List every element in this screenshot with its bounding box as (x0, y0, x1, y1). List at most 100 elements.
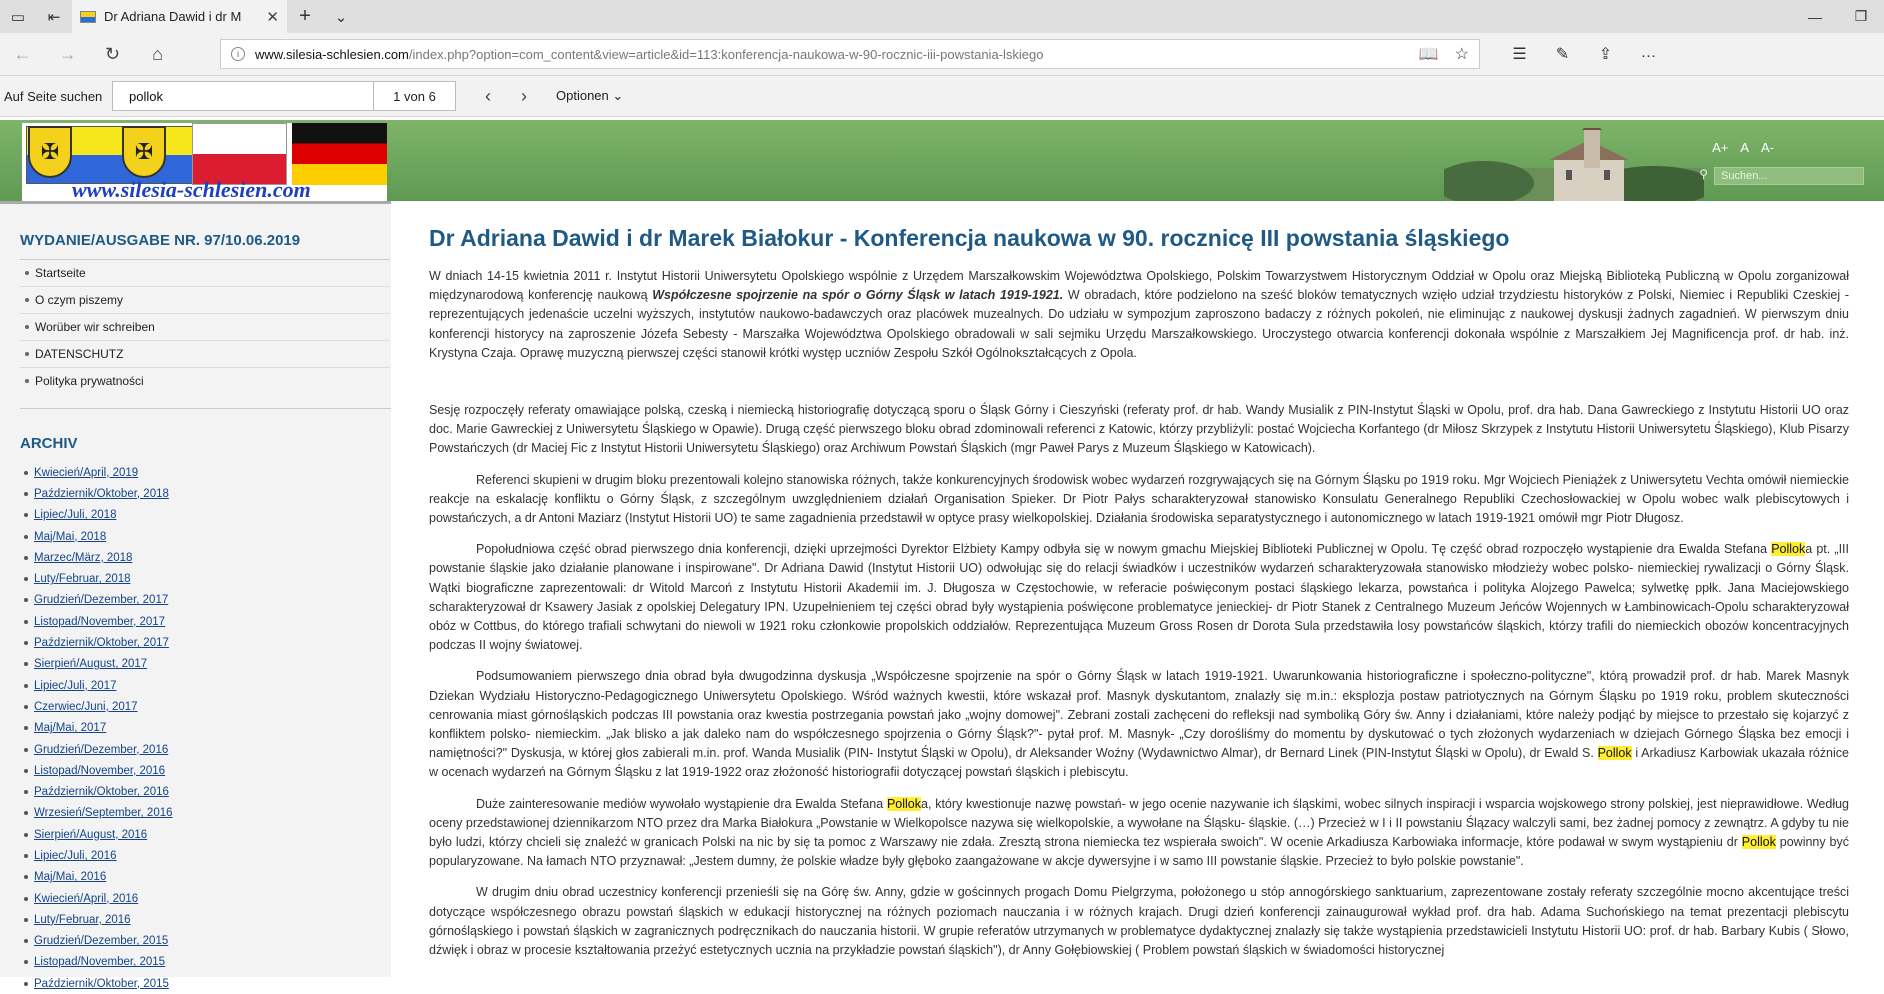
archive-link[interactable]: Marzec/März, 2018 (24, 547, 391, 568)
info-icon[interactable]: i (231, 47, 245, 61)
bullet-icon (24, 513, 28, 518)
bullet-icon (25, 298, 29, 302)
favorite-star-icon[interactable]: ☆ (1455, 44, 1469, 64)
find-previous-icon[interactable]: ‹ (470, 86, 506, 107)
sidebar: WYDANIE/AUSGABE NR. 97/10.06.2019 Starts… (0, 201, 391, 990)
find-next-icon[interactable]: › (506, 86, 542, 107)
bullet-icon (24, 747, 28, 752)
archive-link[interactable]: Luty/Februar, 2018 (24, 568, 391, 589)
archive-link-label: Maj/Mai, 2018 (34, 530, 107, 543)
close-tab-icon[interactable]: ✕ (266, 8, 279, 26)
archive-link[interactable]: Kwiecień/April, 2019 (24, 462, 391, 483)
archive-link[interactable]: Październik/Oktober, 2015 (24, 973, 391, 994)
find-input[interactable]: pollok (112, 81, 374, 111)
font-increase-button[interactable]: A+ (1712, 140, 1728, 155)
font-decrease-button[interactable]: A- (1761, 140, 1774, 155)
home-icon[interactable]: ⌂ (135, 33, 180, 76)
tabs-aside-icon[interactable]: ⇤ (36, 0, 72, 33)
archive-link-label: Maj/Mai, 2017 (34, 722, 107, 735)
browser-tab-active[interactable]: Dr Adriana Dawid i dr M ✕ (72, 0, 287, 33)
archive-link-label: Listopad/November, 2017 (34, 615, 166, 628)
archive-title: ARCHIV (20, 408, 391, 462)
archive-link[interactable]: Lipiec/Juli, 2017 (24, 675, 391, 696)
archive-link[interactable]: Wrzesień/September, 2016 (24, 803, 391, 824)
back-icon[interactable]: ← (0, 33, 45, 76)
menu-item-startseite[interactable]: Startseite (20, 260, 390, 287)
bullet-icon (24, 875, 28, 880)
bullet-icon (24, 960, 28, 965)
find-options-button[interactable]: Optionen ⌄ (556, 88, 623, 104)
archive-link[interactable]: Listopad/November, 2016 (24, 760, 391, 781)
site-search-input[interactable]: Suchen... (1714, 167, 1864, 185)
tab-preview-icon[interactable]: ▭ (0, 0, 36, 33)
archive-link[interactable]: Grudzień/Dezember, 2016 (24, 739, 391, 760)
bullet-icon (24, 598, 28, 603)
archive-link[interactable]: Lipiec/Juli, 2016 (24, 845, 391, 866)
archive-link[interactable]: Październik/Oktober, 2017 (24, 632, 391, 653)
main-menu: Startseite O czym piszemy Worüber wir sc… (20, 260, 390, 394)
menu-item-datenschutz[interactable]: DATENSCHUTZ (20, 341, 390, 368)
navigation-bar: ← → ↻ ⌂ i www.silesia-schlesien.com /ind… (0, 33, 1884, 76)
archive-link-label: Grudzień/Dezember, 2017 (34, 594, 169, 607)
search-highlight: Pollok (1741, 835, 1776, 850)
archive-link[interactable]: Kwiecień/April, 2016 (24, 888, 391, 909)
article-paragraph: W dniach 14-15 kwietnia 2011 r. Instytut… (429, 269, 1849, 360)
bullet-icon (24, 768, 28, 773)
archive-link-label: Grudzień/Dezember, 2015 (34, 935, 169, 948)
archive-link[interactable]: Maj/Mai, 2018 (24, 526, 391, 547)
bullet-icon (24, 555, 28, 560)
coat-of-arms-icon: ✠ (122, 126, 166, 178)
page-body: WYDANIE/AUSGABE NR. 97/10.06.2019 Starts… (0, 201, 1884, 990)
find-options-label: Optionen (556, 88, 609, 103)
chevron-down-icon[interactable]: ⌄ (323, 0, 359, 33)
archive-link[interactable]: Grudzień/Dezember, 2017 (24, 590, 391, 611)
minimize-icon[interactable]: — (1792, 0, 1838, 33)
archive-link[interactable]: Listopad/November, 2015 (24, 952, 391, 973)
address-bar[interactable]: i www.silesia-schlesien.com /index.php?o… (220, 39, 1480, 69)
archive-link[interactable]: Grudzień/Dezember, 2015 (24, 931, 391, 952)
url-path: /index.php?option=com_content&view=artic… (408, 46, 1044, 62)
archive-link[interactable]: Sierpień/August, 2017 (24, 654, 391, 675)
article-paragraph: Popołudniowa część obrad pierwszego dnia… (429, 542, 1849, 653)
share-icon[interactable]: ⇪ (1584, 44, 1627, 64)
font-default-button[interactable]: A (1740, 140, 1749, 155)
window-controls: — ❐ (1792, 0, 1884, 33)
archive-link-label: Lipiec/Juli, 2016 (34, 849, 117, 862)
search-highlight: Pollok (1597, 746, 1632, 761)
restore-icon[interactable]: ❐ (1838, 0, 1884, 33)
archive-link[interactable]: Czerwiec/Juni, 2017 (24, 696, 391, 717)
new-tab-icon[interactable]: + (287, 0, 323, 33)
site-header: ✠ ✠ www.silesia-schlesien.com A+ A A- ⚲ … (0, 120, 1884, 202)
archive-link[interactable]: Maj/Mai, 2017 (24, 718, 391, 739)
archive-link-label: Kwiecień/April, 2016 (34, 892, 139, 905)
reading-view-icon[interactable]: 📖 (1419, 44, 1439, 64)
menu-item-woruber[interactable]: Worüber wir schreiben (20, 314, 390, 341)
bullet-icon (24, 534, 28, 539)
favorites-hub-icon[interactable]: ☰ (1498, 44, 1541, 64)
menu-item-label: DATENSCHUTZ (35, 347, 124, 361)
archive-link[interactable]: Lipiec/Juli, 2018 (24, 505, 391, 526)
archive-link[interactable]: Listopad/November, 2017 (24, 611, 391, 632)
web-note-icon[interactable]: ✎ (1541, 44, 1584, 64)
toolbar-right: ☰ ✎ ⇪ … (1498, 44, 1670, 64)
menu-item-o-czym-piszemy[interactable]: O czym piszemy (20, 287, 390, 314)
refresh-icon[interactable]: ↻ (90, 33, 135, 76)
coat-of-arms-icon: ✠ (28, 126, 72, 178)
site-logo[interactable]: ✠ ✠ www.silesia-schlesien.com (22, 123, 387, 202)
archive-link-label: Listopad/November, 2015 (34, 956, 166, 969)
search-highlight: Pollok (1771, 542, 1806, 557)
archive-link[interactable]: Maj/Mai, 2016 (24, 867, 391, 888)
tab-title: Dr Adriana Dawid i dr M (104, 9, 242, 24)
archive-link[interactable]: Październik/Oktober, 2018 (24, 483, 391, 504)
archive-link-label: Sierpień/August, 2017 (34, 658, 148, 671)
archive-link-label: Lipiec/Juli, 2017 (34, 679, 117, 692)
archive-link[interactable]: Luty/Februar, 2016 (24, 909, 391, 930)
article-paragraph: W drugim dniu obrad uczestnicy konferenc… (429, 885, 1849, 958)
bullet-icon (24, 811, 28, 816)
more-icon[interactable]: … (1627, 44, 1670, 64)
forward-icon[interactable]: → (45, 33, 90, 76)
archive-link[interactable]: Październik/Oktober, 2016 (24, 781, 391, 802)
url-domain: www.silesia-schlesien.com (255, 46, 409, 62)
archive-link[interactable]: Sierpień/August, 2016 (24, 824, 391, 845)
menu-item-polityka[interactable]: Polityka prywatności (20, 368, 390, 394)
